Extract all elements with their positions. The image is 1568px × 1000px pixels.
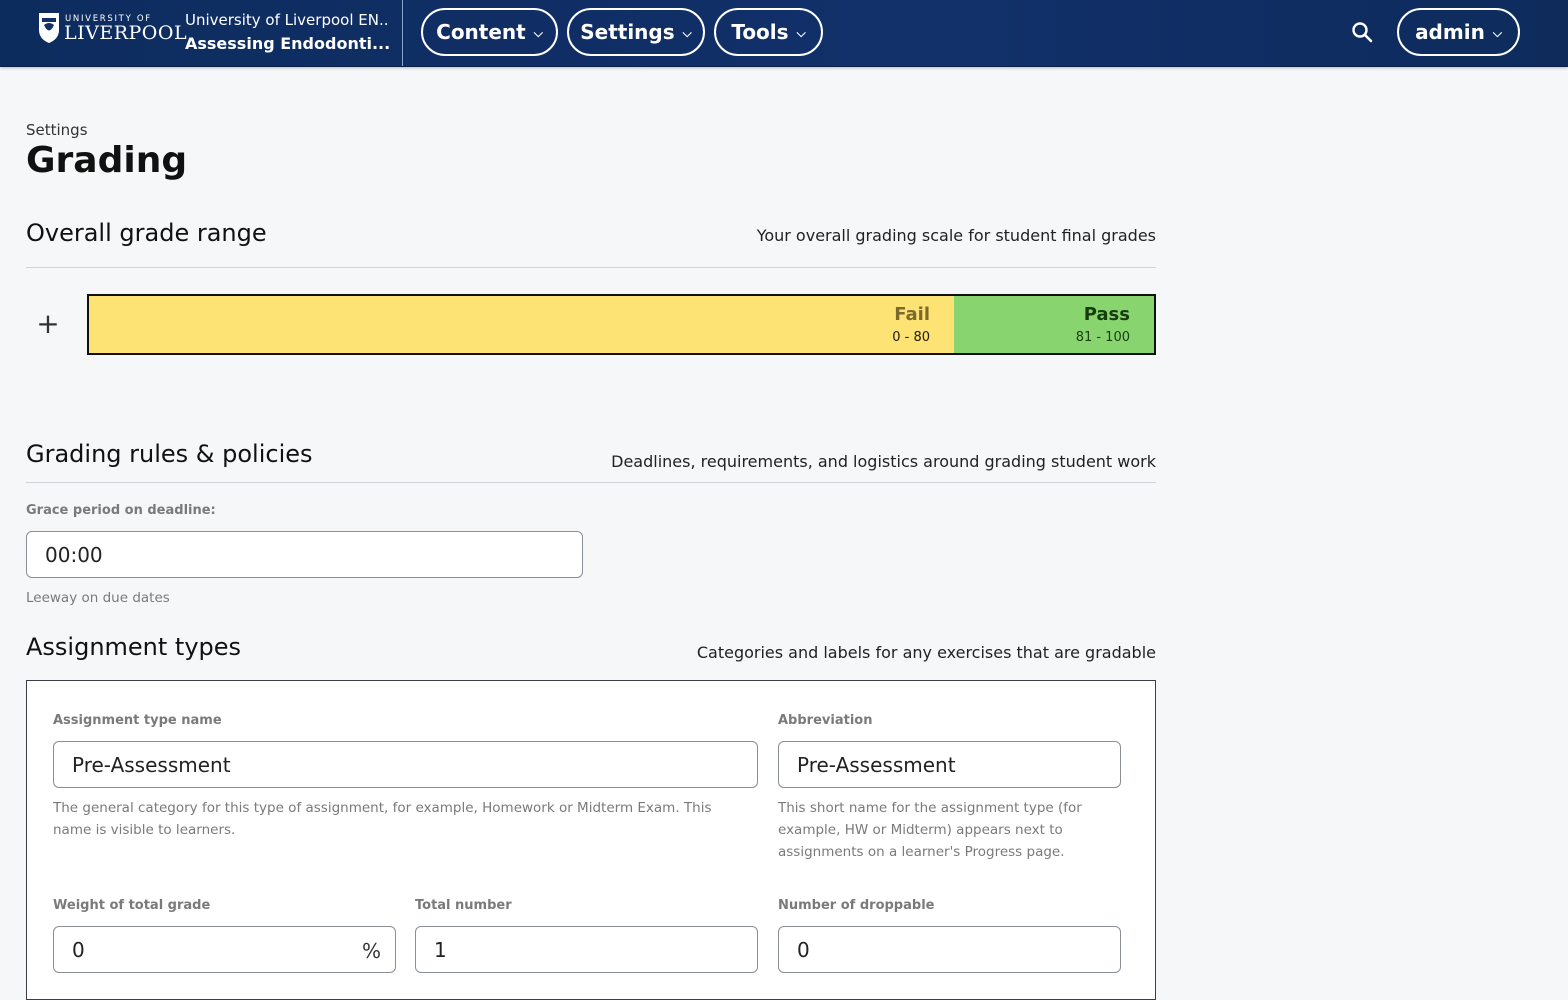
assignment-name-input[interactable]: Pre-Assessment: [53, 741, 758, 788]
tools-menu-button[interactable]: Tools ⌵: [714, 8, 823, 56]
chevron-down-icon: ⌵: [796, 25, 806, 40]
top-header: UNIVERSITY OF LIVERPOOL University of Li…: [0, 0, 1568, 67]
grade-range-description: Your overall grading scale for student f…: [756, 226, 1156, 245]
grade-segment-name: Pass: [1083, 304, 1130, 325]
grace-period-help: Leeway on due dates: [26, 590, 170, 606]
percent-suffix: %: [361, 939, 381, 963]
add-grade-range-button[interactable]: +: [34, 310, 62, 338]
settings-menu-button[interactable]: Settings ⌵: [567, 8, 705, 56]
assignment-name-help: The general category for this type of as…: [53, 800, 712, 838]
content-menu-label: Content: [436, 20, 526, 44]
grade-segment-range: 81 - 100: [1075, 330, 1130, 345]
shield-icon: [39, 13, 59, 43]
settings-menu-label: Settings: [580, 20, 675, 44]
logo-name: LIVERPOOL: [64, 22, 188, 44]
university-logo[interactable]: UNIVERSITY OF LIVERPOOL: [38, 12, 187, 52]
course-title[interactable]: Assessing Endodonti...: [185, 34, 390, 53]
header-divider: [402, 0, 403, 66]
user-menu-label: admin: [1415, 20, 1485, 44]
section-divider: [26, 482, 1156, 483]
total-number-input[interactable]: 1: [415, 926, 758, 973]
tools-menu-label: Tools: [731, 20, 789, 44]
total-number-label: Total number: [415, 898, 512, 913]
grade-segment-name: Fail: [894, 304, 930, 325]
grace-period-input[interactable]: 00:00: [26, 531, 583, 578]
section-divider: [26, 267, 1156, 268]
grade-segment-pass[interactable]: Pass 81 - 100: [954, 296, 1154, 353]
page-title: Grading: [26, 140, 188, 181]
weight-value: 0: [72, 937, 85, 962]
grade-segment-fail[interactable]: Fail 0 - 80: [89, 296, 954, 353]
grace-period-label: Grace period on deadline:: [26, 503, 216, 518]
rules-heading: Grading rules & policies: [26, 440, 313, 468]
content-menu-button[interactable]: Content ⌵: [421, 8, 558, 56]
chevron-down-icon: ⌵: [682, 25, 692, 40]
user-menu-button[interactable]: admin ⌵: [1397, 8, 1520, 56]
rules-description: Deadlines, requirements, and logistics a…: [611, 452, 1156, 471]
search-icon[interactable]: [1350, 20, 1374, 44]
grade-range-bar: Fail 0 - 80 Pass 81 - 100: [87, 294, 1156, 355]
grade-segment-range: 0 - 80: [892, 330, 930, 345]
weight-input[interactable]: 0 %: [53, 926, 396, 973]
chevron-down-icon: ⌵: [1492, 25, 1502, 40]
droppable-input[interactable]: 0: [778, 926, 1121, 973]
abbreviation-input[interactable]: Pre-Assessment: [778, 741, 1121, 788]
assignment-types-description: Categories and labels for any exercises …: [696, 643, 1156, 662]
weight-label: Weight of total grade: [53, 898, 211, 913]
droppable-label: Number of droppable: [778, 898, 935, 913]
abbreviation-label: Abbreviation: [778, 713, 873, 728]
chevron-down-icon: ⌵: [533, 25, 543, 40]
breadcrumb: Settings: [26, 121, 88, 139]
assignment-name-label: Assignment type name: [53, 713, 222, 728]
assignment-types-heading: Assignment types: [26, 633, 242, 661]
abbreviation-help: This short name for the assignment type …: [778, 800, 1082, 860]
grade-range-heading: Overall grade range: [26, 219, 267, 247]
course-org: University of Liverpool EN...: [185, 11, 390, 29]
